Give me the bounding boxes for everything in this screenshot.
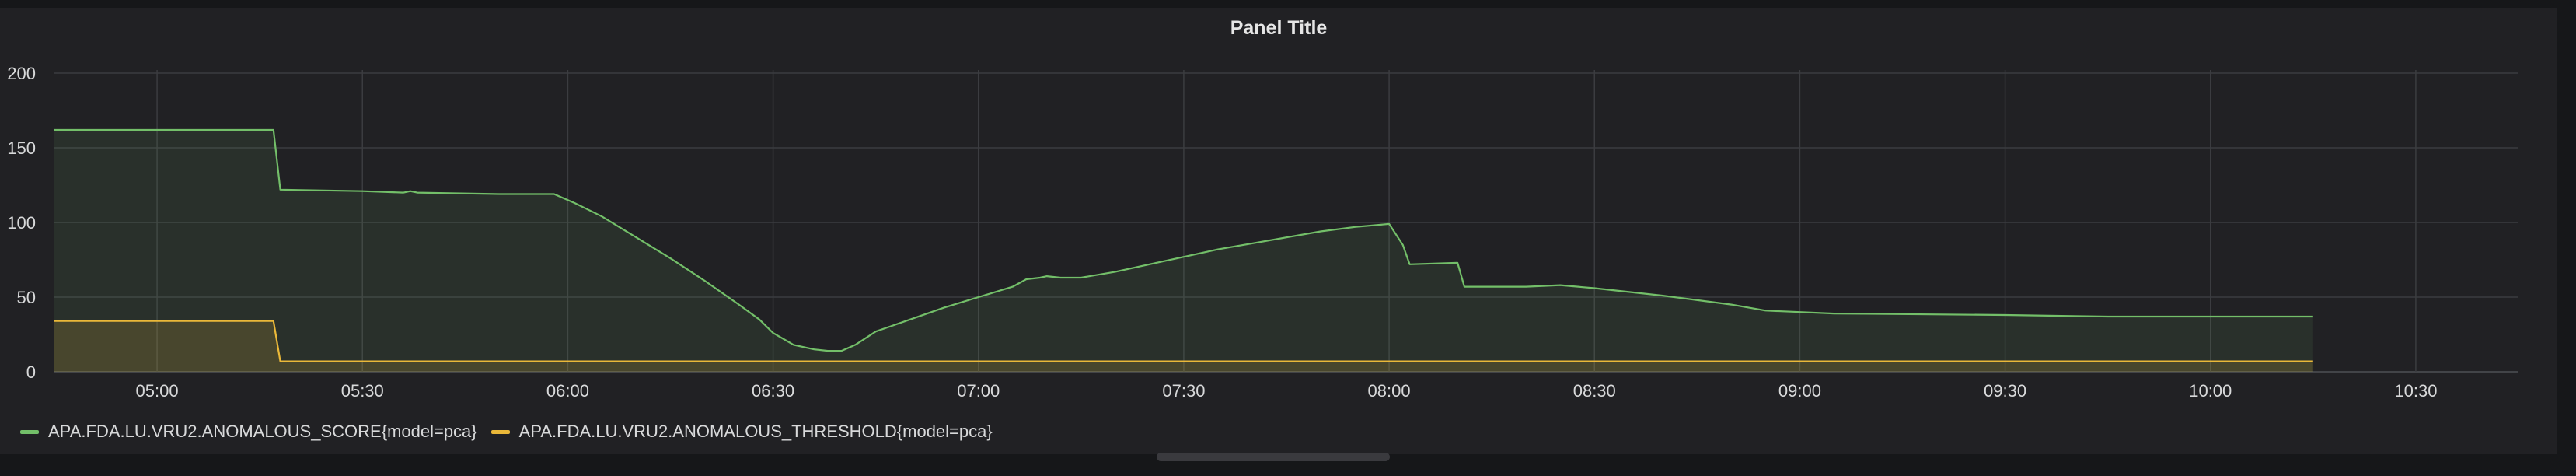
x-tick-label: 10:00 [2189, 381, 2232, 401]
legend-label-score: APA.FDA.LU.VRU2.ANOMALOUS_SCORE{model=pc… [48, 422, 477, 441]
y-tick-label: 0 [26, 362, 36, 382]
y-tick-label: 200 [7, 64, 36, 83]
legend-item-threshold[interactable]: APA.FDA.LU.VRU2.ANOMALOUS_THRESHOLD{mode… [490, 422, 993, 442]
y-tick-label: 50 [17, 288, 36, 307]
x-tick-label: 07:00 [957, 381, 1000, 401]
y-axis-ticks: 0 50 100 150 200 [7, 64, 36, 382]
x-tick-label: 09:00 [1778, 381, 1821, 401]
horizontal-scrollbar[interactable] [1157, 453, 1390, 461]
legend-swatch-score [20, 429, 39, 434]
x-tick-label: 10:30 [2394, 381, 2437, 401]
x-tick-label: 06:30 [752, 381, 794, 401]
x-tick-label: 08:30 [1573, 381, 1616, 401]
legend-swatch-threshold [490, 429, 510, 434]
x-tick-label: 05:00 [136, 381, 179, 401]
x-tick-label: 07:30 [1162, 381, 1205, 401]
x-tick-label: 08:00 [1368, 381, 1411, 401]
y-tick-label: 150 [7, 138, 36, 158]
x-tick-label: 09:30 [1984, 381, 2026, 401]
x-axis-ticks: 05:00 05:30 06:00 06:30 07:00 07:30 08:00 08:30… [136, 381, 2438, 401]
legend: APA.FDA.LU.VRU2.ANOMALOUS_SCORE{model=pc… [20, 422, 993, 442]
legend-label-threshold: APA.FDA.LU.VRU2.ANOMALOUS_THRESHOLD{mode… [518, 422, 993, 441]
time-series-plot[interactable]: 0 50 100 150 200 05:00 05:30 06:00 06:30 07:00 07… [0, 8, 2557, 412]
graph-panel: Panel Title 0 50 100 150 200 05:00 05:30 06:00… [0, 8, 2557, 454]
x-tick-label: 05:30 [341, 381, 384, 401]
x-tick-label: 06:00 [546, 381, 589, 401]
y-tick-label: 100 [7, 213, 36, 233]
legend-item-score[interactable]: APA.FDA.LU.VRU2.ANOMALOUS_SCORE{model=pc… [20, 422, 477, 442]
